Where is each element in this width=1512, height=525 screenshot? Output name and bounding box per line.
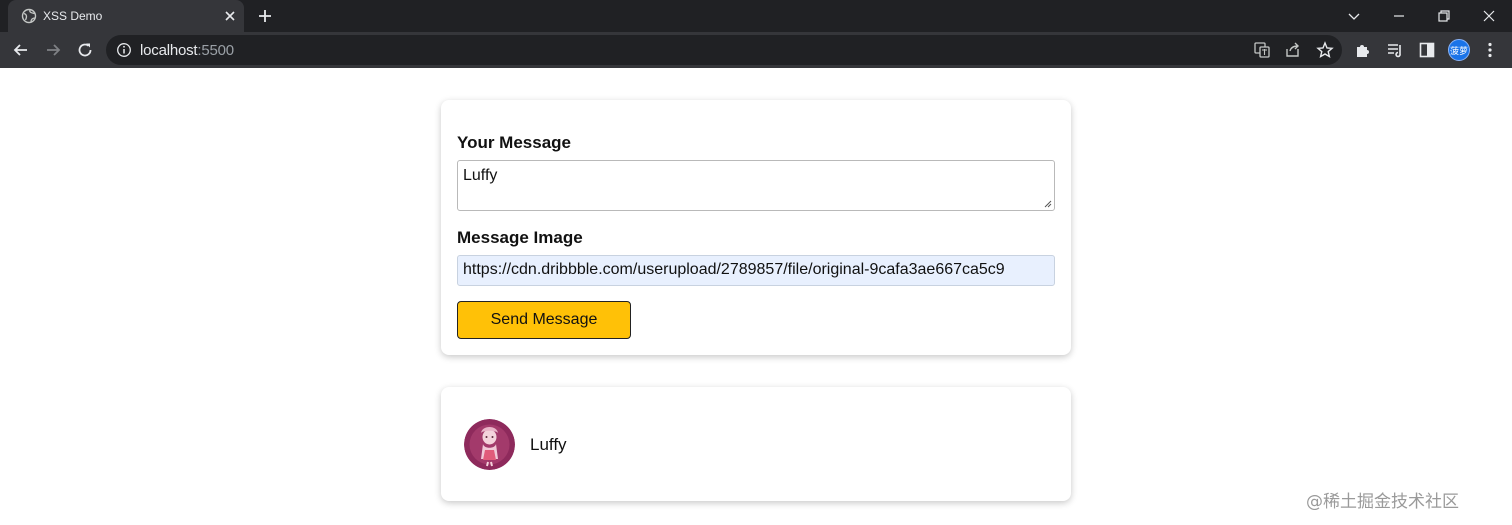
reading-list-icon[interactable] bbox=[1386, 41, 1404, 59]
close-icon[interactable] bbox=[222, 8, 238, 24]
minimize-icon[interactable] bbox=[1391, 8, 1407, 24]
message-label: Your Message bbox=[457, 133, 572, 152]
reload-icon[interactable] bbox=[76, 41, 94, 59]
bookmark-star-icon[interactable] bbox=[1316, 41, 1334, 59]
watermark: @稀土掘金技术社区 bbox=[1306, 492, 1459, 512]
restore-icon[interactable] bbox=[1436, 8, 1452, 24]
url-text: localhost:5500 bbox=[140, 42, 234, 59]
kebab-menu-icon[interactable] bbox=[1481, 41, 1499, 59]
url-host: localhost bbox=[140, 42, 198, 59]
window-close-icon[interactable] bbox=[1481, 8, 1497, 24]
message-avatar bbox=[464, 419, 515, 470]
back-arrow-icon[interactable] bbox=[12, 41, 30, 59]
send-message-button[interactable]: Send Message bbox=[457, 301, 631, 339]
share-icon[interactable] bbox=[1284, 41, 1302, 59]
browser-titlebar: XSS Demo bbox=[0, 0, 1512, 32]
info-icon[interactable] bbox=[116, 42, 132, 58]
tab-title: XSS Demo bbox=[43, 9, 103, 23]
message-text: Luffy bbox=[530, 435, 567, 454]
side-panel-icon[interactable] bbox=[1418, 41, 1436, 59]
resize-grip-icon[interactable] bbox=[1044, 200, 1052, 208]
chevron-down-icon[interactable] bbox=[1346, 8, 1362, 24]
address-bar[interactable]: localhost:5500 bbox=[106, 35, 1342, 65]
url-port: :5500 bbox=[197, 42, 234, 59]
profile-avatar[interactable]: 菠萝 bbox=[1448, 39, 1470, 61]
new-tab-plus-icon[interactable] bbox=[256, 7, 274, 25]
globe-icon bbox=[21, 8, 37, 24]
image-label: Message Image bbox=[457, 228, 583, 247]
browser-toolbar: localhost:5500 菠萝 bbox=[0, 32, 1512, 68]
message-textarea-value: Luffy bbox=[463, 167, 498, 184]
message-textarea[interactable]: Luffy bbox=[457, 160, 1055, 211]
image-url-input[interactable]: https://cdn.dribbble.com/userupload/2789… bbox=[457, 255, 1055, 286]
browser-tab[interactable]: XSS Demo bbox=[8, 0, 244, 32]
translate-icon[interactable] bbox=[1253, 41, 1271, 59]
character-avatar-image bbox=[464, 419, 515, 470]
message-form-card: Your Message Luffy Message Image https:/… bbox=[441, 100, 1071, 355]
message-list-card: Luffy bbox=[441, 387, 1071, 501]
extensions-puzzle-icon[interactable] bbox=[1354, 41, 1372, 59]
forward-arrow-icon[interactable] bbox=[44, 41, 62, 59]
